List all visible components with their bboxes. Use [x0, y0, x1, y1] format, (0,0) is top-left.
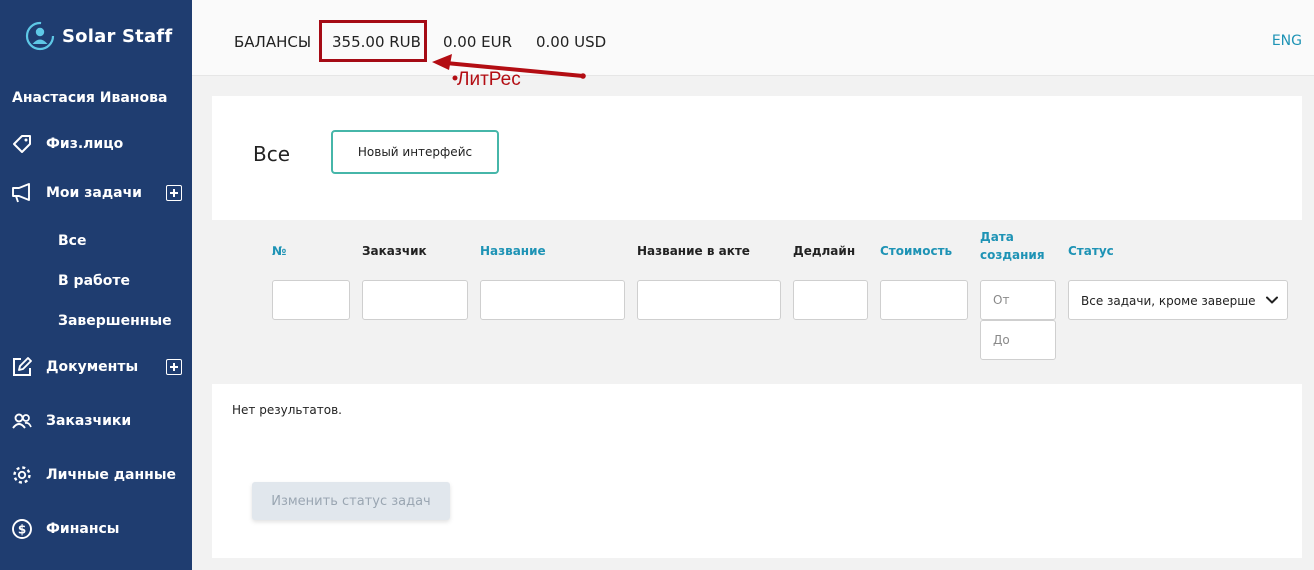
change-status-button[interactable]: Изменить статус задач: [252, 482, 450, 520]
add-task-plus-icon[interactable]: [166, 185, 182, 201]
nav-label: Мои задачи: [46, 185, 142, 201]
nav-item-individual[interactable]: Физ.лицо: [0, 126, 192, 162]
nav-item-my-tasks[interactable]: Мои задачи: [0, 175, 192, 211]
col-number[interactable]: №: [272, 244, 286, 258]
nav-item-personal-data[interactable]: Личные данные: [0, 457, 192, 493]
edit-icon: [11, 356, 33, 378]
balance-rub: 355.00 RUB: [332, 33, 421, 51]
status-select-value: Все задачи, кроме завершенных: [1081, 294, 1255, 308]
col-created-line1[interactable]: Дата: [980, 230, 1014, 244]
balance-usd: 0.00 USD: [536, 33, 607, 51]
gear-icon: [11, 464, 33, 486]
act-name-filter-input[interactable]: [637, 280, 781, 320]
deadline-filter-input[interactable]: [793, 280, 868, 320]
no-results-text: Нет результатов.: [232, 403, 342, 417]
header: БАЛАНСЫ 355.00 RUB 0.00 EUR 0.00 USD ENG: [192, 0, 1314, 76]
col-name[interactable]: Название: [480, 244, 546, 258]
date-from-input[interactable]: [980, 280, 1056, 320]
balance-eur: 0.00 EUR: [443, 33, 513, 51]
col-cost[interactable]: Стоимость: [880, 244, 952, 258]
col-act-name: Название в акте: [637, 244, 750, 258]
filter-panel: № Заказчик Название Название в акте Дедл…: [212, 220, 1302, 384]
chevron-down-icon: [1266, 296, 1278, 304]
name-filter-input[interactable]: [480, 280, 625, 320]
svg-text:$: $: [18, 523, 26, 537]
nav-item-finance[interactable]: $ Финансы: [0, 511, 192, 547]
balances-label: БАЛАНСЫ: [234, 33, 312, 51]
date-to-input[interactable]: [980, 320, 1056, 360]
customer-filter-input[interactable]: [362, 280, 468, 320]
sidebar-sub-in-progress[interactable]: В работе: [58, 273, 130, 289]
sidebar: Solar Staff Анастасия Иванова Физ.лицо М…: [0, 0, 192, 570]
nav-item-customers[interactable]: Заказчики: [0, 403, 192, 439]
col-customer: Заказчик: [362, 244, 427, 258]
language-switch[interactable]: ENG: [1272, 33, 1302, 49]
logo-icon: [25, 21, 55, 51]
cost-filter-input[interactable]: [880, 280, 968, 320]
page-title: Все: [253, 142, 291, 166]
nav-label: Личные данные: [46, 467, 177, 483]
dollar-icon: $: [11, 518, 33, 540]
nav-label: Физ.лицо: [46, 136, 124, 152]
user-name[interactable]: Анастасия Иванова: [12, 90, 167, 106]
nav-label: Заказчики: [46, 413, 132, 429]
megaphone-icon: [11, 182, 33, 204]
users-icon: [11, 410, 33, 432]
add-document-plus-icon[interactable]: [166, 359, 182, 375]
col-deadline: Дедлайн: [793, 244, 856, 258]
sidebar-sub-completed[interactable]: Завершенные: [58, 313, 172, 329]
annotation-label: ЛитРес: [457, 69, 521, 90]
col-created-line2[interactable]: создания: [980, 248, 1045, 262]
col-status[interactable]: Статус: [1068, 244, 1114, 258]
logo[interactable]: Solar Staff: [24, 20, 172, 52]
logo-text: Solar Staff: [62, 25, 173, 47]
nav-item-documents[interactable]: Документы: [0, 349, 192, 385]
nav-label: Финансы: [46, 521, 120, 537]
new-interface-button[interactable]: Новый интерфейс: [331, 130, 499, 174]
nav-label: Документы: [46, 359, 139, 375]
status-select[interactable]: Все задачи, кроме завершенных: [1068, 280, 1288, 320]
number-filter-input[interactable]: [272, 280, 350, 320]
tasks-card: Все Новый интерфейс № Заказчик Название …: [212, 96, 1302, 558]
sidebar-sub-all[interactable]: Все: [58, 233, 86, 249]
tag-icon: [11, 133, 33, 155]
